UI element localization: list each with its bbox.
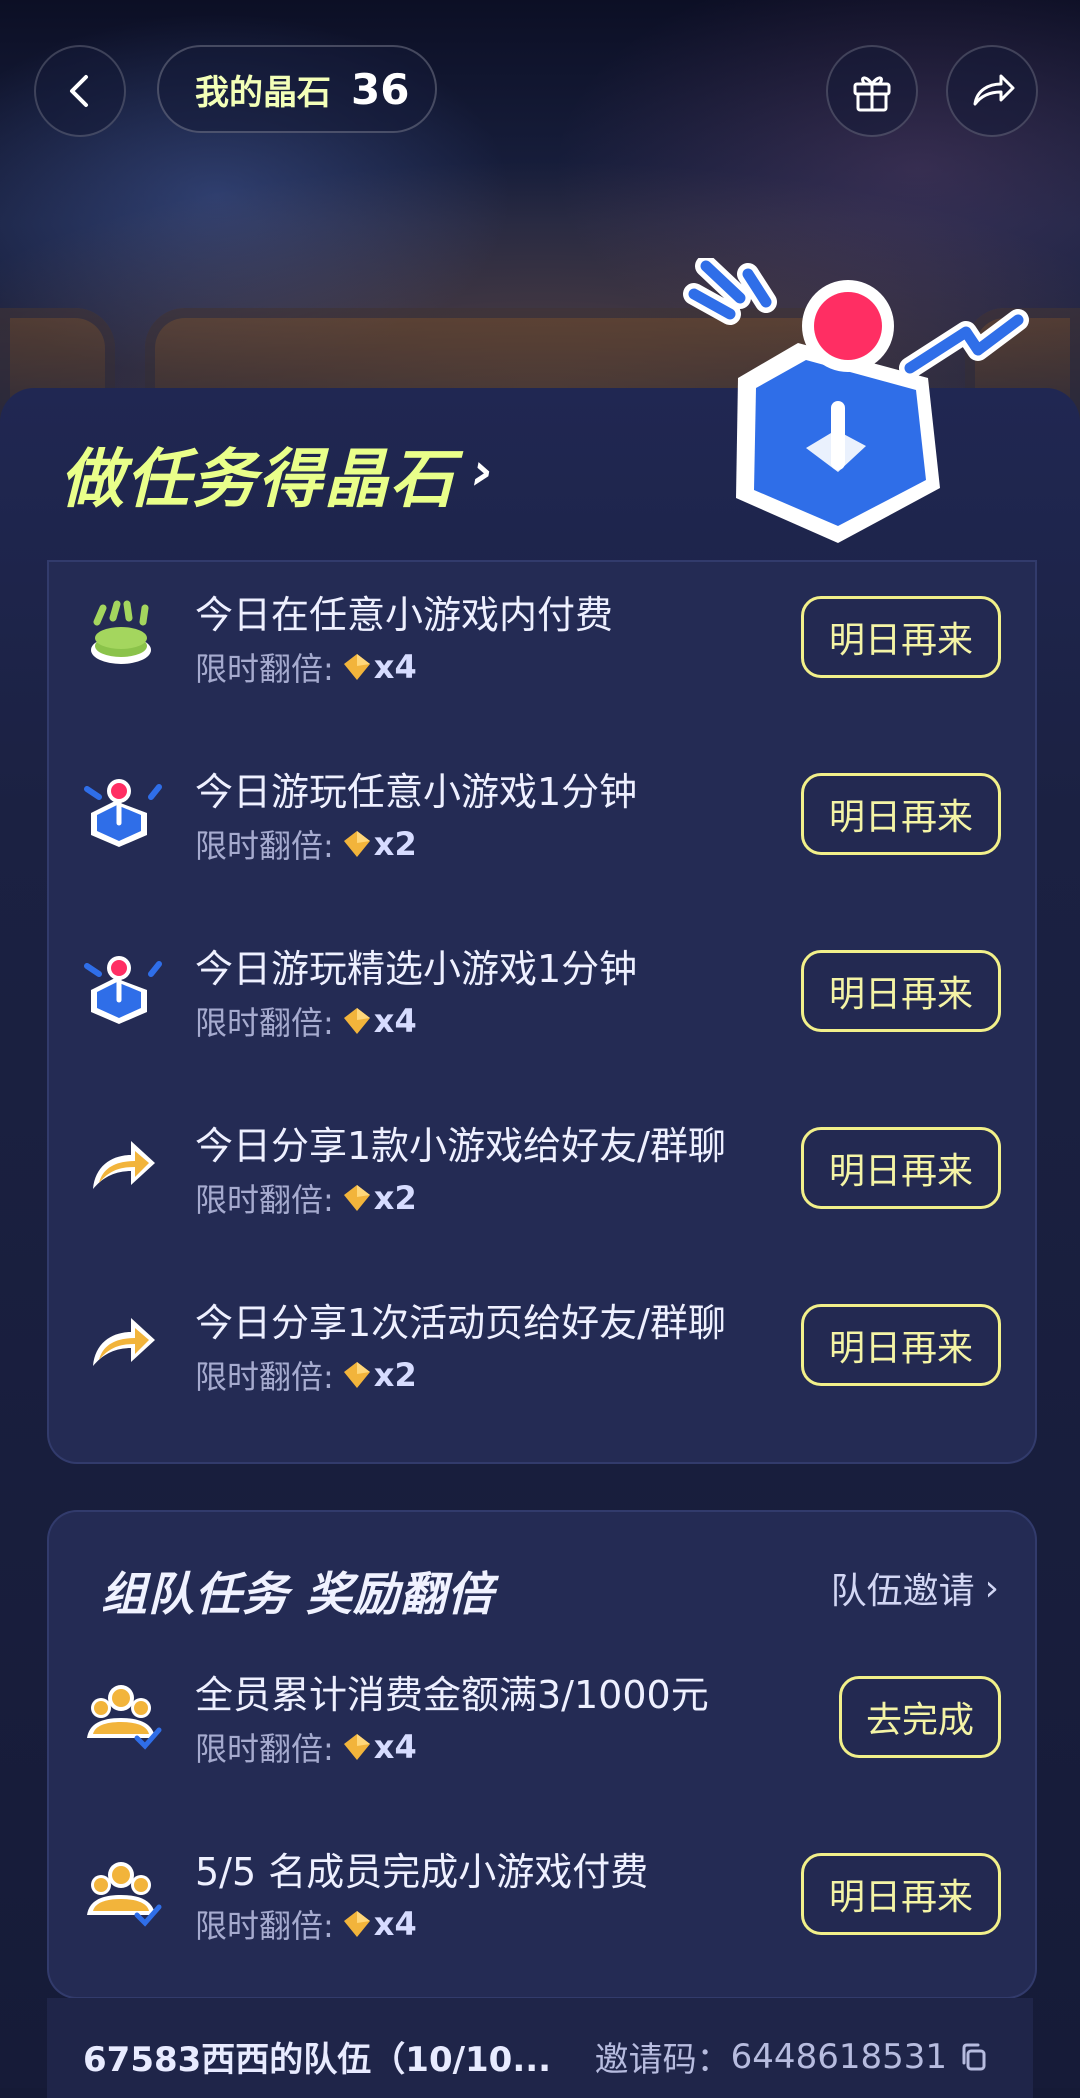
task-title: 今日在任意小游戏内付费 xyxy=(195,593,614,637)
team-task-row: 全员累计消费金额满3/1000元 限时翻倍: x4 去完成 xyxy=(49,1642,1035,1792)
task-bonus: 限时翻倍: x4 xyxy=(195,644,417,690)
team-card: 组队任务 奖励翻倍 队伍邀请 › 全员累计消费金额满3/1000元 限时翻倍: … xyxy=(47,1510,1037,1999)
gem-icon xyxy=(343,654,370,680)
bonus-multiplier: x4 xyxy=(373,1002,417,1040)
share-button[interactable] xyxy=(946,45,1038,137)
back-icon xyxy=(70,75,88,107)
team-invite-link[interactable]: 队伍邀请 › xyxy=(831,1562,999,1614)
bonus-multiplier: x2 xyxy=(373,1356,417,1394)
share-arrow-icon xyxy=(93,1141,155,1189)
task-bonus: 限时翻倍: x2 xyxy=(195,821,417,867)
come-back-tomorrow-button[interactable]: 明日再来 xyxy=(801,773,1001,855)
team-invite-label: 队伍邀请 xyxy=(830,1571,975,1612)
task-row: 今日游玩精选小游戏1分钟 限时翻倍: x4 明日再来 xyxy=(49,916,1035,1066)
tasks-card: 今日在任意小游戏内付费 限时翻倍: x4 明日再来 今日游玩任意小游戏1分钟 限… xyxy=(47,560,1037,1464)
my-crystal-pill[interactable]: 我的晶石 36 xyxy=(157,45,437,133)
copy-icon[interactable] xyxy=(959,2042,989,2072)
come-back-tomorrow-button[interactable]: 明日再来 xyxy=(801,1304,1001,1386)
gem-icon xyxy=(343,831,370,857)
gem-icon xyxy=(343,1008,370,1034)
task-title: 今日分享1次活动页给好友/群聊 xyxy=(195,1301,726,1345)
bonus-label: 限时翻倍: xyxy=(195,827,334,865)
gem-icon xyxy=(343,1185,370,1211)
task-bonus: 限时翻倍: x4 xyxy=(195,998,417,1044)
gem-icon xyxy=(343,1911,370,1937)
team-task-title: 全员累计消费金额满3/1000元 xyxy=(195,1673,709,1717)
come-back-tomorrow-button[interactable]: 明日再来 xyxy=(801,1127,1001,1209)
come-back-tomorrow-button[interactable]: 明日再来 xyxy=(801,1853,1001,1935)
task-row: 今日分享1次活动页给好友/群聊 限时翻倍: x2 明日再来 xyxy=(49,1270,1035,1420)
gem-icon xyxy=(343,1734,370,1760)
team-footer: 67583西西的队伍（10/10... 邀请码： 6448618531 xyxy=(47,1998,1033,2098)
gift-button[interactable] xyxy=(826,45,918,137)
come-back-tomorrow-button[interactable]: 明日再来 xyxy=(801,950,1001,1032)
task-title: 今日游玩任意小游戏1分钟 xyxy=(195,770,638,814)
joystick-icon xyxy=(84,779,162,847)
task-row: 今日在任意小游戏内付费 限时翻倍: x4 明日再来 xyxy=(49,562,1035,712)
coins-icon xyxy=(91,600,151,664)
team-icon xyxy=(87,1685,162,1750)
task-bonus: 限时翻倍: x4 xyxy=(195,1901,417,1947)
mascot-joystick-icon xyxy=(683,258,1029,543)
team-name[interactable]: 67583西西的队伍（10/10... xyxy=(83,2032,551,2081)
task-title: 今日分享1款小游戏给好友/群聊 xyxy=(195,1124,726,1168)
task-bonus: 限时翻倍: x2 xyxy=(195,1175,417,1221)
come-back-tomorrow-button[interactable]: 明日再来 xyxy=(801,596,1001,678)
invite-code-row[interactable]: 邀请码： 6448618531 xyxy=(595,2032,989,2081)
section-title: 做任务得晶石 xyxy=(60,443,456,517)
invite-code-value: 6448618531 xyxy=(730,2036,947,2077)
top-bar: 我的晶石 36 xyxy=(0,40,1080,140)
task-bonus: 限时翻倍: x2 xyxy=(195,1352,417,1398)
task-row: 今日游玩任意小游戏1分钟 限时翻倍: x2 明日再来 xyxy=(49,739,1035,889)
bonus-multiplier: x4 xyxy=(373,1728,417,1766)
bonus-multiplier: x4 xyxy=(373,1905,417,1943)
bonus-label: 限时翻倍: xyxy=(195,1004,334,1042)
share-arrow-icon xyxy=(93,1318,155,1366)
bonus-multiplier: x4 xyxy=(373,648,417,686)
back-button[interactable] xyxy=(34,45,126,137)
bonus-label: 限时翻倍: xyxy=(195,650,334,688)
team-section-title: 组队任务 奖励翻倍 xyxy=(101,1567,495,1621)
bonus-label: 限时翻倍: xyxy=(195,1181,334,1219)
task-row: 今日分享1款小游戏给好友/群聊 限时翻倍: x2 明日再来 xyxy=(49,1093,1035,1243)
go-complete-button[interactable]: 去完成 xyxy=(839,1676,1001,1758)
team-task-row: 5/5 名成员完成小游戏付费 限时翻倍: x4 明日再来 xyxy=(49,1819,1035,1969)
bonus-multiplier: x2 xyxy=(373,1179,417,1217)
crystal-count: 36 xyxy=(351,64,410,114)
joystick-icon xyxy=(84,956,162,1024)
task-bonus: 限时翻倍: x4 xyxy=(195,1724,417,1770)
invite-code-label: 邀请码： xyxy=(594,2040,731,2080)
team-icon xyxy=(87,1862,162,1927)
bonus-label: 限时翻倍: xyxy=(195,1358,334,1396)
chevron-right-icon: › xyxy=(984,1567,999,1609)
task-title: 今日游玩精选小游戏1分钟 xyxy=(195,947,638,991)
share-icon xyxy=(973,74,1015,106)
crystal-label: 我的晶石 xyxy=(195,72,331,113)
team-task-title: 5/5 名成员完成小游戏付费 xyxy=(195,1850,649,1894)
bonus-multiplier: x2 xyxy=(373,825,417,863)
bonus-label: 限时翻倍: xyxy=(195,1730,334,1768)
gift-icon xyxy=(853,76,891,112)
title-arrow-icon: › xyxy=(472,442,494,502)
bonus-label: 限时翻倍: xyxy=(195,1907,334,1945)
gem-icon xyxy=(343,1362,370,1388)
